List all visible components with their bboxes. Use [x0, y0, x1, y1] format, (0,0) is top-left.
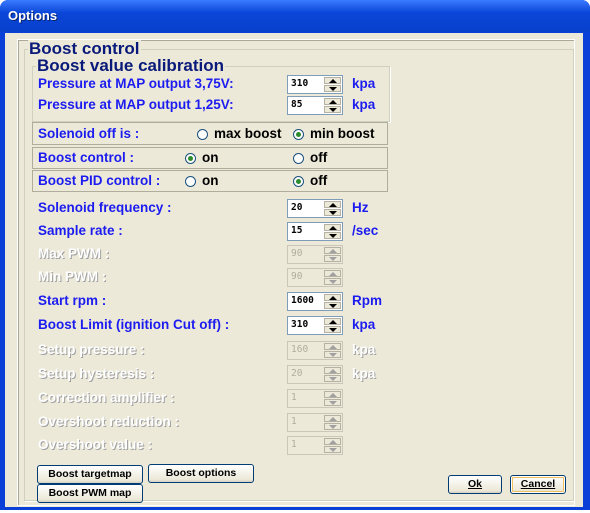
calibration-legend: Boost value calibration	[36, 56, 226, 75]
window-title: Options	[8, 8, 58, 23]
setup-pressure-value: 160	[291, 344, 309, 355]
boost-pwm-map-button[interactable]: Boost PWM map	[37, 484, 143, 503]
boost-limit-label: Boost Limit (ignition Cut off) :	[38, 317, 230, 332]
spin-down-icon	[324, 351, 341, 358]
min-pwm-input: 90	[287, 268, 343, 287]
solenoid-frequency-unit: Hz	[352, 200, 369, 215]
spin-down-icon	[324, 446, 341, 453]
setup-hysteresis-value: 20	[291, 368, 303, 379]
setup-pressure-label: Setup pressure :	[38, 342, 145, 357]
boost-limit-value: 310	[291, 319, 309, 330]
overshoot-value-value: 1	[291, 439, 297, 450]
spin-up-icon[interactable]	[324, 318, 341, 325]
correction-amplifier-label: Correction amplifier :	[38, 390, 175, 405]
boost-targetmap-button[interactable]: Boost targetmap	[37, 465, 143, 484]
setup-pressure-unit: kpa	[352, 342, 376, 357]
spin-down-icon[interactable]	[324, 302, 341, 309]
map-375-value: 310	[291, 78, 309, 89]
spin-up-icon	[324, 391, 341, 398]
map-125-label: Pressure at MAP output 1,25V:	[38, 97, 234, 112]
ok-button-label: Ok	[467, 478, 482, 490]
setup-hysteresis-unit: kpa	[352, 366, 376, 381]
min-pwm-label: Min PWM :	[38, 269, 107, 284]
setup-hysteresis-input: 20	[287, 365, 343, 384]
solenoid-max-boost-label[interactable]: max boost	[214, 126, 282, 141]
start-rpm-label: Start rpm :	[38, 293, 107, 308]
spin-down-icon[interactable]	[324, 106, 341, 113]
spin-up-icon[interactable]	[324, 98, 341, 105]
overshoot-value-input: 1	[287, 436, 343, 455]
map-375-input[interactable]: 310	[287, 75, 343, 94]
boost-pid-on-label[interactable]: on	[202, 173, 219, 188]
spin-down-icon	[324, 399, 341, 406]
start-rpm-input[interactable]: 1600	[287, 292, 343, 311]
spin-up-icon	[324, 367, 341, 374]
max-pwm-input: 90	[287, 245, 343, 264]
min-pwm-value: 90	[291, 271, 303, 282]
cancel-button[interactable]: Cancel	[510, 475, 566, 494]
boost-control-on-radio[interactable]	[185, 153, 196, 164]
overshoot-reduction-input: 1	[287, 413, 343, 432]
map-125-value: 85	[291, 99, 303, 110]
spin-up-icon[interactable]	[324, 201, 341, 208]
spin-up-icon	[324, 270, 341, 277]
spin-up-icon[interactable]	[324, 224, 341, 231]
boost-pid-off-label[interactable]: off	[310, 173, 327, 188]
boost-limit-unit: kpa	[352, 317, 376, 332]
spin-down-icon[interactable]	[324, 85, 341, 92]
boost-control-off-label[interactable]: off	[310, 150, 327, 165]
spin-up-icon	[324, 247, 341, 254]
sample-rate-unit: /sec	[352, 223, 379, 238]
solenoid-off-label: Solenoid off is :	[38, 126, 140, 141]
map-375-label: Pressure at MAP output 3,75V:	[38, 76, 234, 91]
sample-rate-label: Sample rate :	[38, 223, 123, 238]
setup-pressure-input: 160	[287, 341, 343, 360]
solenoid-frequency-input[interactable]: 20	[287, 199, 343, 218]
map-125-unit: kpa	[352, 97, 376, 112]
boost-control-legend: Boost control	[28, 39, 141, 58]
boost-pid-on-radio[interactable]	[185, 176, 196, 187]
max-pwm-value: 90	[291, 248, 303, 259]
spin-up-icon	[324, 415, 341, 422]
sample-rate-value: 15	[291, 225, 303, 236]
map-125-input[interactable]: 85	[287, 96, 343, 115]
spin-up-icon	[324, 438, 341, 445]
overshoot-value-label: Overshoot value :	[38, 437, 153, 452]
solenoid-min-boost-label[interactable]: min boost	[310, 126, 375, 141]
title-bar[interactable]: Options	[0, 0, 590, 32]
spin-down-icon	[324, 255, 341, 262]
boost-control-off-radio[interactable]	[293, 153, 304, 164]
spin-down-icon[interactable]	[324, 326, 341, 333]
spin-down-icon	[324, 423, 341, 430]
max-pwm-label: Max PWM :	[38, 246, 110, 261]
spin-up-icon[interactable]	[324, 294, 341, 301]
start-rpm-unit: Rpm	[352, 293, 382, 308]
boost-options-button[interactable]: Boost options	[148, 464, 254, 483]
sample-rate-input[interactable]: 15	[287, 222, 343, 241]
spin-down-icon	[324, 375, 341, 382]
boost-control-on-label[interactable]: on	[202, 150, 219, 165]
spin-down-icon	[324, 278, 341, 285]
solenoid-max-boost-radio[interactable]	[197, 129, 208, 140]
spin-up-icon	[324, 343, 341, 350]
solenoid-frequency-value: 20	[291, 202, 303, 213]
ok-button[interactable]: Ok	[448, 475, 502, 494]
boost-control-label: Boost control :	[38, 150, 134, 165]
map-375-unit: kpa	[352, 76, 376, 91]
setup-hysteresis-label: Setup hysteresis :	[38, 366, 155, 381]
boost-pid-off-radio[interactable]	[293, 176, 304, 187]
spin-down-icon[interactable]	[324, 209, 341, 216]
overshoot-reduction-label: Overshoot reduction :	[38, 414, 180, 429]
spin-up-icon[interactable]	[324, 77, 341, 84]
boost-pid-label: Boost PID control :	[38, 173, 161, 188]
spin-down-icon[interactable]	[324, 232, 341, 239]
correction-amplifier-input: 1	[287, 389, 343, 408]
overshoot-reduction-value: 1	[291, 416, 297, 427]
boost-limit-input[interactable]: 310	[287, 316, 343, 335]
solenoid-min-boost-radio[interactable]	[293, 129, 304, 140]
solenoid-frequency-label: Solenoid frequency :	[38, 200, 172, 215]
correction-amplifier-value: 1	[291, 392, 297, 403]
start-rpm-value: 1600	[291, 295, 314, 306]
cancel-button-label: Cancel	[520, 478, 556, 490]
